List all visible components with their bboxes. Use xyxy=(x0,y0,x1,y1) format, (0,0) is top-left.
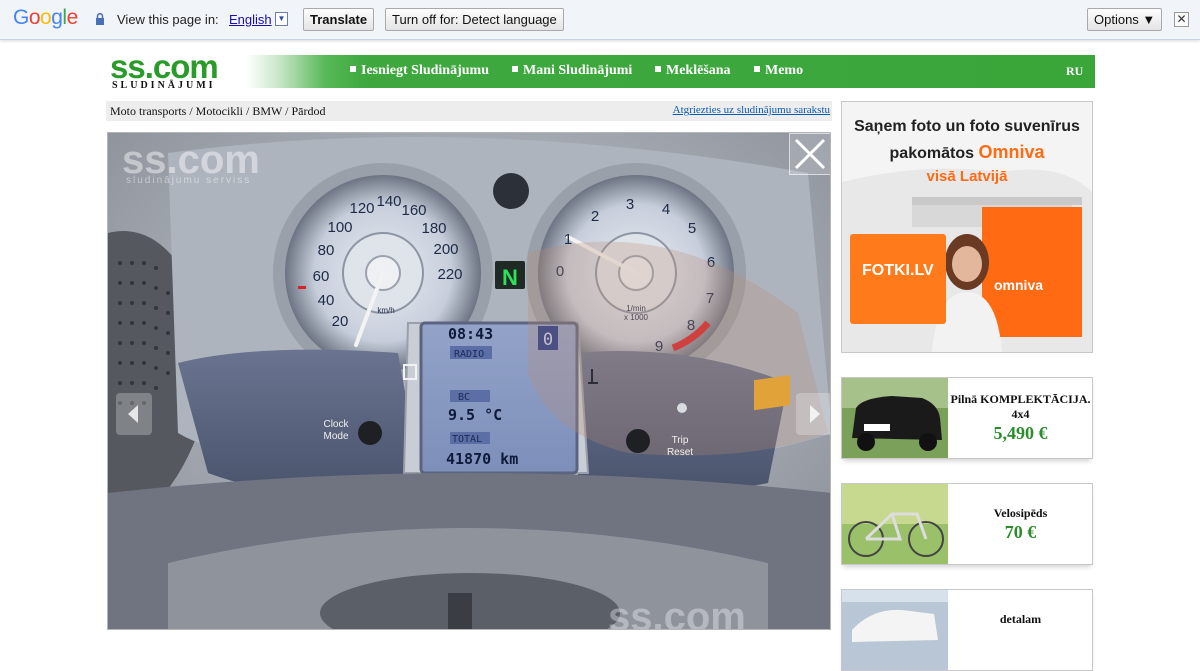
breadcrumb: Moto transports / Motocikli / BMW / Pārd… xyxy=(106,101,832,121)
listing-card[interactable]: Pilnā KOMPLEKTĀCIJA. 4x4 5,490 € xyxy=(841,377,1093,459)
nav-item-label: Memo xyxy=(765,63,804,78)
google-logo: Google xyxy=(13,6,78,30)
google-logo-g1: G xyxy=(13,6,29,29)
back-to-list-link[interactable]: Atgriezties uz sludinājumu sarakstu xyxy=(673,104,830,116)
breadcrumb-path[interactable]: Moto transports / Motocikli / BMW / Pārd… xyxy=(110,104,325,119)
lcd-time: 08:43 xyxy=(448,325,493,343)
speedo-tick: 120 xyxy=(349,200,374,217)
nav-item-submit-ad[interactable]: Iesniegt Sludinājumu xyxy=(350,63,489,79)
speedo-tick: 60 xyxy=(313,268,330,285)
listing-thumbnail xyxy=(842,484,948,564)
chevron-left-icon xyxy=(128,405,138,423)
gear-indicator: N xyxy=(502,265,518,290)
nav-item-label: Mani Sludinājumi xyxy=(523,63,633,78)
omniva-banner-ad[interactable]: Saņem foto un foto suvenīrus pakomātos O… xyxy=(841,101,1093,353)
trip-label: Trip xyxy=(672,435,689,446)
translate-button[interactable]: Translate xyxy=(303,8,375,31)
speedo-unit: km/h xyxy=(377,306,394,315)
lock-icon xyxy=(96,13,104,25)
listing-card[interactable]: Velosipēds 70 € xyxy=(841,483,1093,565)
ad-subline-text: pakomātos xyxy=(889,145,979,162)
tacho-tick: 3 xyxy=(626,196,634,213)
nav-item-label: Iesniegt Sludinājumu xyxy=(361,63,489,78)
listing-title: Pilnā KOMPLEKTĀCIJA. 4x4 xyxy=(950,392,1091,421)
tacho-tick: 5 xyxy=(688,220,696,237)
google-logo-e: e xyxy=(66,6,79,29)
nav-item-label: Meklēšana xyxy=(666,63,731,78)
lcd-bc: BC xyxy=(458,392,470,403)
chevron-right-icon xyxy=(810,405,820,423)
options-button[interactable]: Options ▼ xyxy=(1087,8,1163,31)
listing-price: 5,490 € xyxy=(993,423,1048,443)
google-logo-g2: g xyxy=(51,6,63,29)
ad-subline: pakomātos Omniva xyxy=(842,142,1092,163)
photo-viewer[interactable]: 20 40 60 80 100 120 140 160 180 200 220 … xyxy=(107,132,831,630)
google-logo-o2: o xyxy=(40,6,52,29)
translate-bar: Google View this page in: English ▼ Tran… xyxy=(0,0,1200,40)
bullet-icon xyxy=(754,66,760,72)
lcd-total: TOTAL xyxy=(452,434,482,445)
speedo-tick: 140 xyxy=(376,193,401,210)
ad-headline: Saņem foto un foto suvenīrus xyxy=(854,118,1080,135)
close-icon xyxy=(794,138,826,170)
tacho-tick: 4 xyxy=(662,201,670,218)
dashboard-photo: 20 40 60 80 100 120 140 160 180 200 220 … xyxy=(108,133,830,630)
logo-main-text: ss.com xyxy=(110,48,219,85)
lcd-odometer: 41870 km xyxy=(446,450,518,468)
watermark-subtext: sludinājumu serviss xyxy=(126,175,251,186)
listing-price: 70 € xyxy=(1004,522,1037,542)
nav-item-my-ads[interactable]: Mani Sludinājumi xyxy=(512,63,632,79)
turn-off-button[interactable]: Turn off for: Detect language xyxy=(385,8,564,31)
bullet-icon xyxy=(350,66,356,72)
speedo-tick: 20 xyxy=(332,313,349,330)
ad-region: visā Latvijā xyxy=(926,168,1008,185)
next-photo-button[interactable] xyxy=(796,393,830,435)
main-nav: Iesniegt Sludinājumu Mani Sludinājumi Me… xyxy=(246,55,1095,88)
speedo-tick: 220 xyxy=(437,266,462,283)
fotki-card: FOTKI.LV xyxy=(850,234,946,324)
close-photo-icon[interactable] xyxy=(789,133,830,175)
listing-thumbnail xyxy=(842,590,948,670)
mode-label: Mode xyxy=(323,431,348,442)
nav-item-search[interactable]: Meklēšana xyxy=(655,63,731,79)
listing-card[interactable]: detalam xyxy=(841,589,1093,671)
ad-omniva-word: Omniva xyxy=(978,142,1045,162)
tacho-tick: 2 xyxy=(591,208,599,225)
listing-thumbnail xyxy=(842,378,948,458)
speedo-tick: 80 xyxy=(318,242,335,259)
lcd-temperature: 9.5 °C xyxy=(448,406,502,424)
site-logo[interactable]: ss.com SLUDINĀJUMI xyxy=(110,50,240,92)
lcd-radio: RADIO xyxy=(454,349,484,360)
speedo-tick: 180 xyxy=(421,220,446,237)
language-switch-ru[interactable]: RU xyxy=(1066,64,1083,79)
speedo-tick: 160 xyxy=(401,202,426,219)
speedo-tick: 40 xyxy=(318,292,335,309)
logo-sub-text: SLUDINĀJUMI xyxy=(112,80,216,91)
language-link[interactable]: English xyxy=(229,12,272,27)
speedo-tick: 200 xyxy=(433,241,458,258)
fotki-logo-text: FOTKI.LV xyxy=(862,262,934,279)
listing-title: Velosipēds xyxy=(993,506,1048,520)
translate-prompt: View this page in: xyxy=(117,12,219,27)
language-dropdown-icon[interactable]: ▼ xyxy=(275,12,288,26)
watermark-text-bottom: ss.com xyxy=(608,595,746,630)
bullet-icon xyxy=(655,66,661,72)
listing-title: detalam xyxy=(999,612,1042,626)
bullet-icon xyxy=(512,66,518,72)
nav-item-memo[interactable]: Memo xyxy=(754,63,803,79)
clock-label: Clock xyxy=(323,419,349,430)
speedo-tick: 100 xyxy=(327,219,352,236)
google-logo-o1: o xyxy=(28,6,41,29)
close-icon[interactable]: ✕ xyxy=(1174,12,1189,27)
prev-photo-button[interactable] xyxy=(116,393,152,435)
reset-label: Reset xyxy=(667,447,693,458)
